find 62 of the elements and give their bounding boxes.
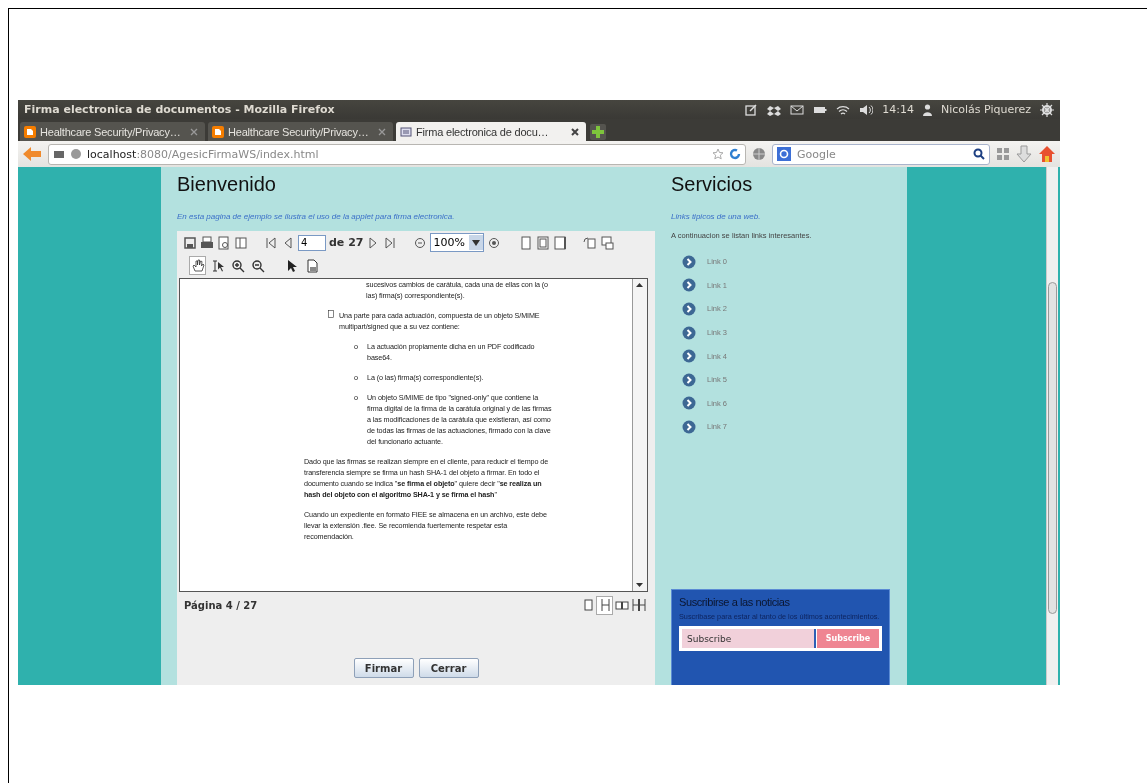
rotate-right-icon[interactable]: [600, 235, 615, 250]
zoom-in-icon[interactable]: [487, 235, 502, 250]
chevron-circle-icon: [682, 254, 696, 269]
sidebar-heading: Servicios: [671, 173, 754, 196]
fit-page-icon[interactable]: [536, 235, 551, 250]
last-page-icon[interactable]: [383, 235, 398, 250]
document-scrollbar[interactable]: [632, 279, 647, 591]
search-icon[interactable]: [973, 148, 985, 160]
browser-tab[interactable]: Firma electronica de docu…: [396, 122, 586, 141]
user-name[interactable]: Nicolás Piquerez: [940, 103, 1031, 116]
window-title: Firma electronica de documentos - Mozilla Firefox: [24, 103, 336, 116]
volume-icon[interactable]: [859, 102, 874, 117]
search-bar[interactable]: Google: [772, 143, 990, 165]
chevron-circle-icon: [682, 278, 696, 293]
chevron-circle-icon: [682, 325, 696, 340]
chevron-circle-icon: [682, 419, 696, 434]
home-icon[interactable]: [1038, 145, 1056, 163]
sidebar-intro: Links tipicos de una web.: [671, 212, 762, 221]
newsletter-heading: Suscribirse a las noticias: [679, 596, 791, 608]
zoom-out-icon[interactable]: [413, 235, 428, 250]
mail-icon[interactable]: [790, 102, 805, 117]
clock[interactable]: 14:14: [882, 103, 914, 116]
page-status: Página 4 / 27: [184, 599, 259, 611]
print-icon[interactable]: [200, 235, 214, 250]
close-icon[interactable]: [570, 126, 580, 137]
chevron-circle-icon: [682, 372, 696, 387]
intro-text: En esta pagina de ejemplo se ilustra el uso de la applet para firma electronica.: [177, 212, 456, 221]
page-icon[interactable]: [519, 235, 534, 250]
applet-button[interactable]: Firmar: [353, 658, 414, 678]
address-bar[interactable]: localhost:8080/AgesicFirmaWS/index.html: [48, 143, 746, 165]
browser-tab[interactable]: Healthcare Security/Privacy…: [20, 122, 205, 141]
star-icon[interactable]: [712, 148, 724, 160]
blogger-icon: [24, 125, 36, 138]
user-icon: [922, 103, 932, 116]
caret-icon: [472, 239, 481, 246]
browser-tab[interactable]: Healthcare Security/Privacy…: [208, 122, 393, 141]
missing-glyph-icon: [328, 310, 334, 318]
globe-icon: [752, 147, 766, 161]
page-heading: Bienvenido: [177, 173, 277, 196]
fit-width-icon[interactable]: [553, 235, 568, 250]
refresh-icon[interactable]: [729, 148, 741, 160]
print-preview-icon[interactable]: [217, 235, 231, 250]
page-number-field[interactable]: 4: [298, 234, 326, 251]
first-page-icon[interactable]: [264, 235, 278, 250]
page-count: de 27: [329, 236, 364, 249]
power-icon[interactable]: [1040, 102, 1054, 117]
edit-icon[interactable]: [744, 102, 759, 117]
chevron-circle-icon: [682, 302, 696, 316]
page-scrollbar[interactable]: [1046, 167, 1058, 685]
zoom-dropdown[interactable]: 100%: [430, 233, 485, 252]
blogger-icon: [212, 125, 224, 138]
globe-icon: [70, 148, 82, 160]
google-icon: [777, 147, 791, 161]
new-tab-icon[interactable]: [589, 123, 607, 141]
applet-button[interactable]: Cerrar: [418, 658, 479, 678]
sidebar-icon[interactable]: [234, 235, 248, 250]
rotate-left-icon[interactable]: [583, 235, 598, 250]
chevron-circle-icon: [682, 349, 696, 364]
subscribe-field[interactable]: Subscribe: [682, 629, 816, 648]
save-icon[interactable]: [183, 235, 197, 250]
chevron-circle-icon: [682, 396, 696, 411]
document-icon: [400, 125, 412, 138]
